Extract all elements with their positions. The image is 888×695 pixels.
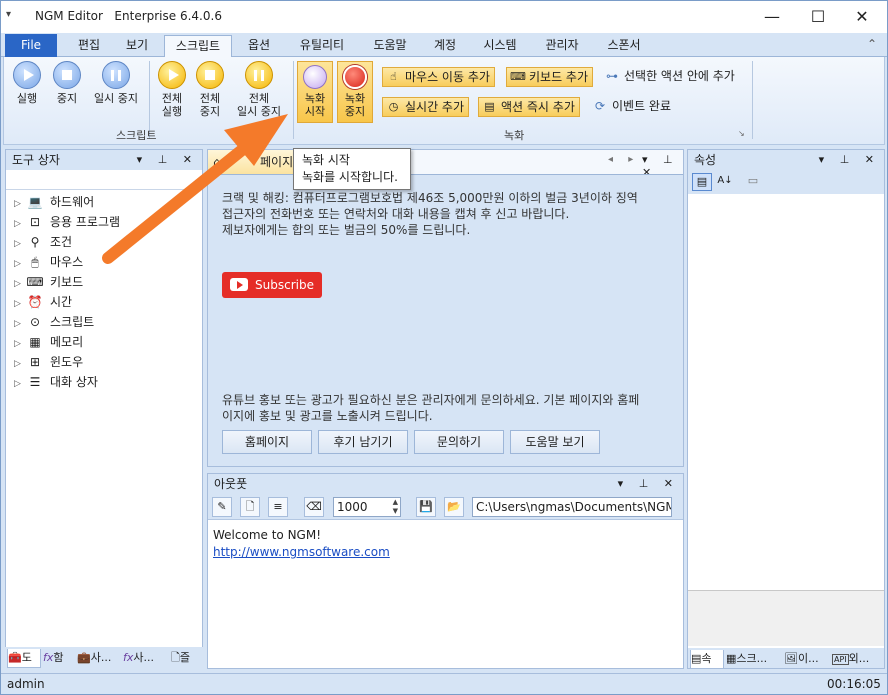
arrow-shaft: [102, 144, 248, 264]
tooltip-body: 녹화를 시작합니다.: [302, 170, 398, 184]
tooltip-title: 녹화 시작: [302, 153, 350, 167]
record-start-tooltip: 녹화 시작 녹화를 시작합니다.: [293, 148, 411, 190]
annotation-arrow: [102, 114, 288, 264]
